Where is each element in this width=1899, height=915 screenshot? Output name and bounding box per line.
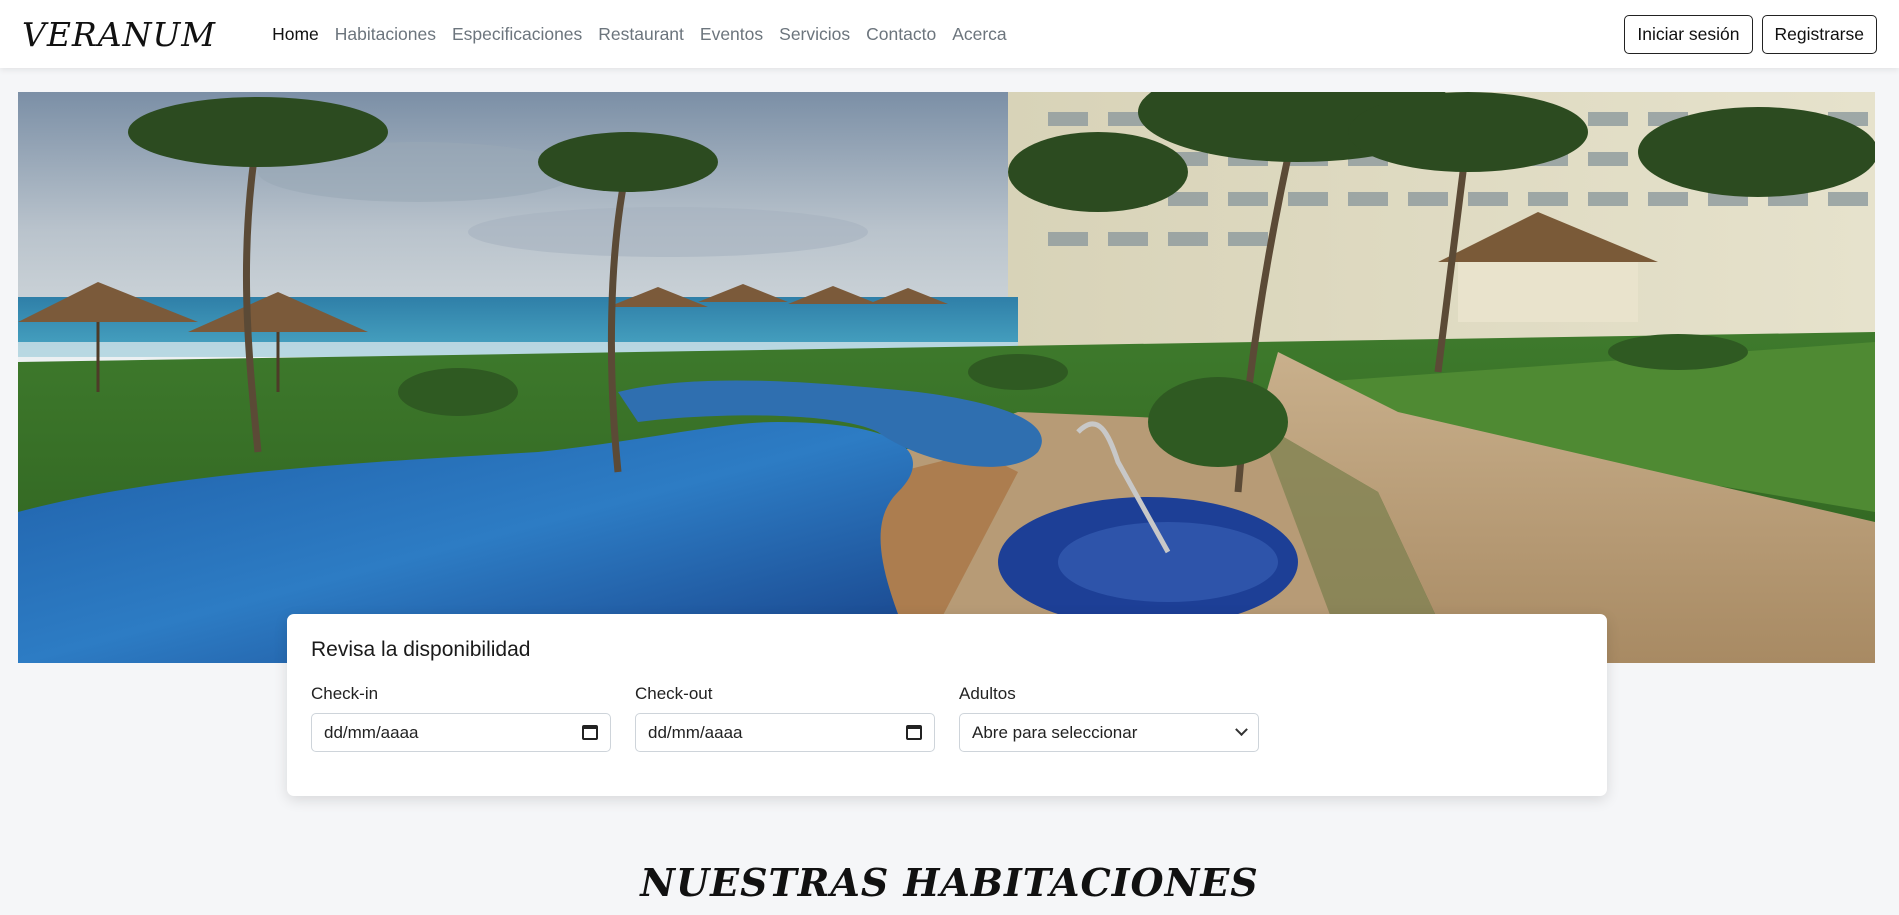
checkin-date-input[interactable]: dd/mm/aaaa	[311, 713, 611, 752]
availability-title: Revisa la disponibilidad	[311, 638, 531, 661]
nav-link-contacto[interactable]: Contacto	[866, 24, 936, 45]
checkout-value: dd/mm/aaaa	[648, 722, 743, 742]
checkin-group: Check-in dd/mm/aaaa	[311, 684, 611, 752]
checkout-date-input[interactable]: dd/mm/aaaa	[635, 713, 935, 752]
availability-card: Revisa la disponibilidad Check-in dd/mm/…	[287, 614, 1607, 796]
checkin-value: dd/mm/aaaa	[324, 722, 419, 742]
nav-link-habitaciones[interactable]: Habitaciones	[335, 24, 436, 45]
nav-actions: Iniciar sesión Registrarse	[1624, 14, 1877, 54]
nav-link-especificaciones[interactable]: Especificaciones	[452, 24, 582, 45]
nav-link-home[interactable]: Home	[272, 24, 319, 45]
rooms-section-heading: NUESTRAS HABITACIONES	[640, 860, 1259, 905]
hero-image	[18, 92, 1875, 663]
nav-links: Home Habitaciones Especificaciones Resta…	[272, 24, 1007, 45]
nav-link-restaurant[interactable]: Restaurant	[598, 24, 684, 45]
checkout-group: Check-out dd/mm/aaaa	[635, 684, 935, 752]
adults-value: Abre para seleccionar	[972, 722, 1138, 742]
nav-link-eventos[interactable]: Eventos	[700, 24, 763, 45]
register-button[interactable]: Registrarse	[1761, 14, 1877, 54]
hero-illustration	[18, 92, 1875, 663]
checkin-label: Check-in	[311, 684, 379, 703]
availability-fields: Check-in dd/mm/aaaa Check-out dd/mm/aaaa…	[311, 684, 1583, 752]
login-button[interactable]: Iniciar sesión	[1624, 14, 1753, 54]
adults-group: Adultos Abre para seleccionar	[959, 684, 1259, 752]
calendar-icon[interactable]	[582, 725, 598, 740]
chevron-down-icon	[1235, 723, 1248, 737]
calendar-icon[interactable]	[906, 725, 922, 740]
checkout-label: Check-out	[635, 684, 713, 703]
adults-select[interactable]: Abre para seleccionar	[959, 713, 1259, 752]
nav-link-acerca[interactable]: Acerca	[952, 24, 1006, 45]
nav-link-servicios[interactable]: Servicios	[779, 24, 850, 45]
navbar: VERANUM Home Habitaciones Especificacion…	[0, 0, 1899, 68]
adults-label: Adultos	[959, 684, 1016, 703]
brand-logo[interactable]: VERANUM	[22, 15, 216, 54]
